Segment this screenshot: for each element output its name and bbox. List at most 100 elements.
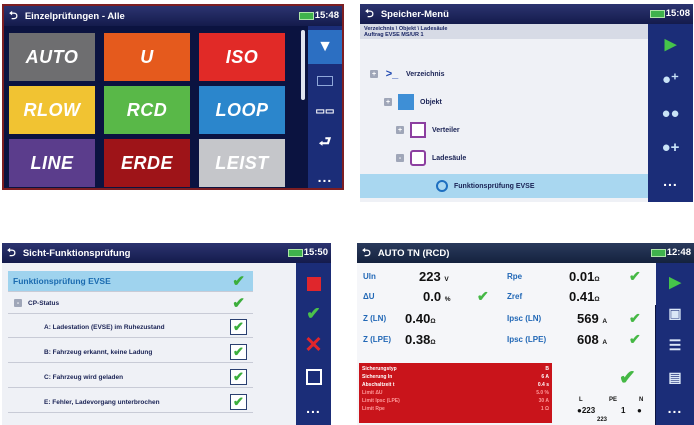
memory-menu-screen: ⮌ Speicher-Menü 15:08 Verzeichnis \ Obje…: [360, 4, 693, 202]
play-icon[interactable]: ▶: [656, 269, 694, 295]
limit-row: Limit Rpe 1 Ω: [362, 406, 549, 412]
comment-icon[interactable]: ▤: [656, 363, 694, 391]
check-icon: ✔: [232, 295, 245, 312]
checkbox[interactable]: ✔: [230, 344, 247, 360]
pass-check-icon: ✔: [629, 310, 641, 326]
result-label: ΔU: [363, 292, 375, 301]
result-value: 569 A: [577, 311, 608, 326]
clock: 15:08: [665, 8, 690, 19]
play-icon[interactable]: ▶: [648, 30, 693, 58]
fail-square-icon[interactable]: [296, 271, 331, 297]
tile-erde[interactable]: ERDE: [104, 139, 190, 187]
checkbox[interactable]: ✔: [230, 369, 247, 385]
checklist-item[interactable]: B: Fahrzeug erkannt, keine Ladung ✔: [8, 342, 253, 363]
tile-iso[interactable]: ISO: [199, 33, 285, 81]
list-icon[interactable]: ☰: [656, 331, 694, 359]
tile-loop[interactable]: LOOP: [199, 86, 285, 134]
title-bar: ⮌ AUTO TN (RCD) 12:48: [357, 243, 694, 263]
scrollbar[interactable]: [301, 30, 305, 100]
pass-check-icon: ✔: [629, 331, 641, 347]
result-value: 608 A: [577, 332, 608, 347]
group-label: CP-Status: [28, 299, 60, 307]
add-test-icon[interactable]: ●+: [648, 132, 693, 162]
tile-line[interactable]: LINE: [9, 139, 95, 187]
tree-node-verzeichnis[interactable]: + >_ Verzeichnis: [370, 66, 445, 82]
checklist-item[interactable]: E: Fehler, Ladevorgang unterbrochen ✔: [8, 392, 253, 413]
battery-icon: [288, 249, 303, 257]
result-label: Uln: [363, 272, 376, 281]
save-icon[interactable]: ▣: [656, 299, 694, 327]
limit-row: Sicherungstyp B: [362, 366, 549, 372]
clock: 15:50: [303, 247, 328, 258]
checkbox[interactable]: ✔: [230, 319, 247, 335]
tile-rlow[interactable]: RLOW: [9, 86, 95, 134]
pass-check-icon[interactable]: ✔: [296, 301, 331, 327]
node-label: Verteiler: [432, 126, 460, 134]
tile-leist[interactable]: LEIST: [199, 139, 285, 187]
check-icon: ✔: [232, 273, 245, 290]
grid-view-icon[interactable]: [308, 68, 342, 94]
more-button[interactable]: ...: [296, 397, 331, 419]
tile-rcd[interactable]: RCD: [104, 86, 190, 134]
screen-title: Speicher-Menü: [380, 8, 449, 20]
result-label: Z (LN): [363, 314, 387, 323]
checklist-group[interactable]: - CP-Status ✔: [8, 293, 253, 314]
clock: 15:48: [314, 10, 339, 21]
limit-row: Limit ΔU 5.0 %: [362, 390, 549, 396]
side-toolbar: ▼ ▭▭ ⮐ ...: [308, 26, 342, 188]
result-value: 0.01Ω: [569, 269, 600, 284]
back-arrow-icon[interactable]: ⮌: [7, 244, 16, 263]
checklist-pane: Funktionsprüfung EVSE ✔ - CP-Status ✔ A:…: [2, 263, 296, 425]
tree-node-funktionspruefung[interactable]: Funktionsprüfung EVSE: [360, 174, 648, 198]
tile-u[interactable]: U: [104, 33, 190, 81]
expand-icon[interactable]: +: [370, 70, 378, 78]
list-view-icon[interactable]: ▭▭: [308, 98, 342, 124]
back-arrow-icon[interactable]: ⮌: [365, 5, 374, 24]
checklist-item[interactable]: A: Ladestation (EVSE) im Ruhezustand ✔: [8, 317, 253, 338]
clock: 12:48: [666, 247, 691, 258]
back-arrow-icon[interactable]: ⮌: [362, 244, 371, 263]
node-label: Verzeichnis: [406, 70, 445, 78]
return-icon[interactable]: ⮐: [308, 128, 342, 158]
single-tests-screen: ⮌ Einzelprüfungen - Alle 15:48 AUTO U IS…: [2, 4, 344, 190]
back-arrow-icon[interactable]: ⮌: [9, 7, 18, 26]
tile-auto[interactable]: AUTO: [9, 33, 95, 81]
result-value: 0.38Ω: [405, 332, 436, 347]
result-value: 0.40Ω: [405, 311, 436, 326]
item-label: C: Fahrzeug wird geladen: [44, 373, 124, 381]
more-button[interactable]: ...: [648, 170, 693, 192]
pass-check-icon: ✔: [477, 288, 489, 304]
node-label: Objekt: [420, 98, 442, 106]
checklist-item[interactable]: C: Fahrzeug wird geladen ✔: [8, 367, 253, 388]
more-button[interactable]: ...: [656, 397, 694, 419]
pass-check-icon: ✔: [629, 268, 641, 284]
copy-node-icon[interactable]: ●●: [648, 98, 693, 128]
result-label: Ipsc (LN): [507, 314, 542, 323]
side-toolbar: ▶ ▣ ☰ ▤ ...: [656, 263, 694, 425]
collapse-icon[interactable]: -: [14, 299, 22, 307]
more-button[interactable]: ...: [308, 166, 342, 188]
tree-node-ladesaeule[interactable]: - Ladesäule: [396, 150, 466, 166]
add-node-icon[interactable]: ●⁺: [648, 64, 693, 94]
expand-icon[interactable]: +: [396, 126, 404, 134]
limits-panel: Sicherungstyp B Sicherung In 6 A Abschaltz…: [359, 363, 552, 423]
terminal-icon: >_: [385, 68, 399, 80]
limit-row: Abschaltzeit t 0.4 s: [362, 382, 549, 388]
header-label: Funktionsprüfung EVSE: [13, 276, 111, 286]
filter-icon[interactable]: ▼: [308, 30, 342, 64]
tree-node-verteiler[interactable]: + Verteiler: [396, 122, 460, 138]
checkbox[interactable]: ✔: [230, 394, 247, 410]
result-label: Z (LPE): [363, 335, 391, 344]
results-pane: Uln 223 V ΔU 0.0 % ✔ Z (LN) 0.40Ω Z (LPE…: [357, 263, 655, 425]
empty-square-icon[interactable]: [296, 363, 331, 391]
distributor-icon: [410, 122, 426, 138]
result-value: 0.41Ω: [569, 289, 600, 304]
result-label: Rpe: [507, 272, 523, 281]
expand-icon[interactable]: +: [384, 98, 392, 106]
collapse-icon[interactable]: -: [396, 154, 404, 162]
overall-pass-check-icon: ✔: [619, 367, 636, 389]
charger-icon: [410, 150, 426, 166]
fail-x-icon[interactable]: ✕: [296, 331, 331, 359]
checklist-header[interactable]: Funktionsprüfung EVSE ✔: [8, 271, 253, 292]
tree-node-objekt[interactable]: + Objekt: [384, 94, 442, 110]
